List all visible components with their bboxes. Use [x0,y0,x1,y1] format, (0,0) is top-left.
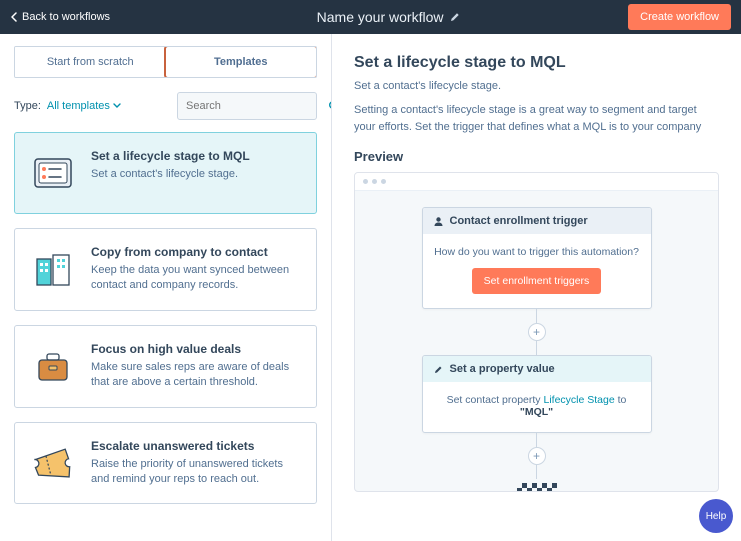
action-value: "MQL" [433,406,641,418]
chevron-left-icon [10,12,18,22]
detail-paragraph: Setting a contact's lifecycle stage is a… [354,102,719,135]
person-icon [433,216,444,227]
ticket-icon [29,439,77,487]
template-card-desc: Keep the data you want synced between co… [91,263,302,294]
left-panel: Start from scratch Templates Type: All t… [0,34,332,541]
template-card-desc: Make sure sales reps are aware of deals … [91,360,302,391]
enrollment-question: How do you want to trigger this automati… [433,246,641,258]
right-panel: Set a lifecycle stage to MQL Set a conta… [332,34,741,541]
preview-window-dots [355,173,718,191]
tab-start-from-scratch[interactable]: Start from scratch [15,47,166,77]
template-card-title: Escalate unanswered tickets [91,439,302,453]
briefcase-icon [29,342,77,390]
template-card-title: Set a lifecycle stage to MQL [91,149,302,163]
add-step-button[interactable]: + [528,323,546,341]
search-input-wrap[interactable] [177,92,317,120]
template-card[interactable]: Escalate unanswered tickets Raise the pr… [14,422,317,505]
top-bar: Back to workflows Name your workflow Cre… [0,0,741,34]
type-dropdown[interactable]: All templates [47,100,121,112]
back-label: Back to workflows [22,11,110,23]
template-tabs: Start from scratch Templates [14,46,317,78]
workflow-title: Name your workflow [317,9,444,25]
tab-templates[interactable]: Templates [166,47,317,77]
template-card[interactable]: Set a lifecycle stage to MQL Set a conta… [14,132,317,214]
action-text-post: to [615,394,627,406]
search-input[interactable] [186,100,328,112]
template-card-title: Focus on high value deals [91,342,302,356]
action-property-link[interactable]: Lifecycle Stage [543,394,614,406]
chevron-down-icon [113,103,121,109]
detail-title: Set a lifecycle stage to MQL [354,54,719,72]
connector-line [536,433,537,447]
detail-subtitle: Set a contact's lifecycle stage. [354,80,719,92]
template-list: Set a lifecycle stage to MQL Set a conta… [14,132,317,524]
create-workflow-button[interactable]: Create workflow [628,4,731,30]
connector-line [536,465,537,479]
set-property-node[interactable]: Set a property value Set contact propert… [422,355,652,433]
back-to-workflows-link[interactable]: Back to workflows [10,11,150,23]
enrollment-trigger-node[interactable]: Contact enrollment trigger How do you wa… [422,207,652,309]
connector-line [536,309,537,323]
preview-heading: Preview [354,149,719,164]
pencil-icon [449,11,461,23]
set-enrollment-triggers-button[interactable]: Set enrollment triggers [472,268,602,294]
action-head-label: Set a property value [450,363,555,375]
add-step-button[interactable]: + [528,447,546,465]
workflow-title-wrap[interactable]: Name your workflow [150,9,628,25]
enrollment-head-label: Contact enrollment trigger [450,215,588,227]
action-text-pre: Set contact property [447,394,544,406]
buildings-icon [29,245,77,293]
template-card[interactable]: Focus on high value deals Make sure sale… [14,325,317,408]
connector-line [536,341,537,355]
finish-flag-icon [517,483,557,492]
template-card-title: Copy from company to contact [91,245,302,259]
checklist-icon [29,149,77,197]
type-label: Type: [14,100,41,112]
preview-frame: Contact enrollment trigger How do you wa… [354,172,719,492]
filter-row: Type: All templates [14,92,317,120]
help-button[interactable]: Help [699,499,733,533]
template-card-desc: Set a contact's lifecycle stage. [91,167,302,182]
template-card-desc: Raise the priority of unanswered tickets… [91,457,302,488]
type-dropdown-value: All templates [47,100,110,112]
edit-icon [433,364,444,375]
template-card[interactable]: Copy from company to contact Keep the da… [14,228,317,311]
